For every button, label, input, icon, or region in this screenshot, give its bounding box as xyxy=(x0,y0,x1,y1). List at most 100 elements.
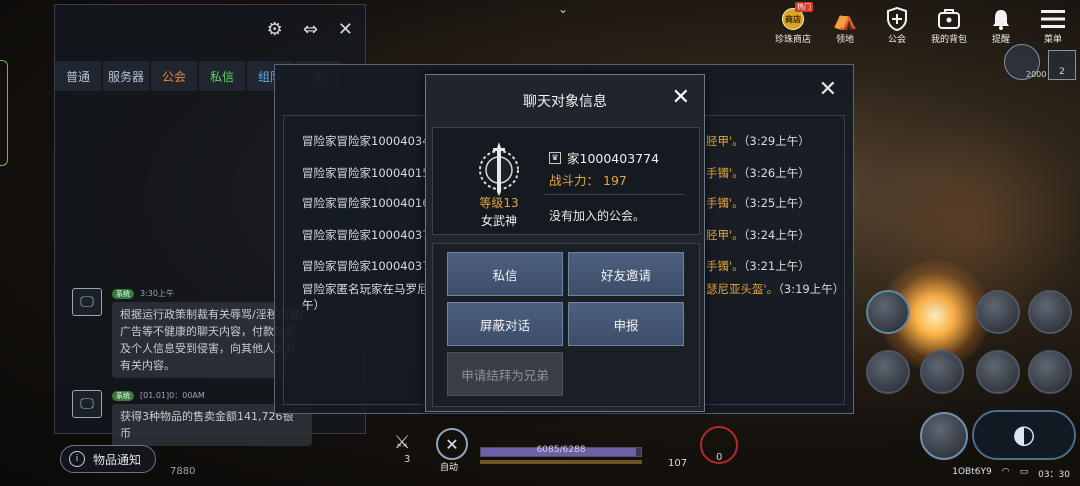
item-notice-button[interactable]: i 物品通知 xyxy=(60,445,157,473)
character-level: 等级13 xyxy=(479,196,519,210)
top-menu-label: 领地 xyxy=(835,35,854,45)
item-time: （3:24上午） xyxy=(743,228,810,242)
device-id: 1OBt6Y9 xyxy=(952,467,992,477)
side-handle[interactable] xyxy=(0,60,8,166)
top-menu-camp[interactable]: ⛺ 领地 xyxy=(826,6,864,45)
skill-slot[interactable] xyxy=(1028,350,1072,394)
chat-target-info-dialog: 聊天对象信息 ✕ 等级13 女武神 ♛ 家1000403774 战斗力： 197 … xyxy=(425,74,705,412)
top-menu-label: 公会 xyxy=(887,35,906,45)
item-time: （3:29上午） xyxy=(743,134,810,148)
list-item: 冒险家冒险家10004037 xyxy=(302,259,430,273)
map-button[interactable]: 2 xyxy=(1048,50,1076,80)
chevron-down-icon[interactable]: ⌄ xyxy=(558,2,568,16)
minimap-value: 2000 xyxy=(1026,70,1047,79)
stamina-bar xyxy=(480,460,642,464)
combat-power-label: 战斗力： xyxy=(549,173,600,188)
top-menu-label: 我的背包 xyxy=(930,35,967,45)
item-name: 手镯'。 xyxy=(706,259,744,273)
message-time: 3:30上午 xyxy=(140,289,174,298)
divider xyxy=(545,194,685,195)
crossed-swords-icon[interactable]: ⚔ xyxy=(394,432,410,453)
item-time: （3:21上午） xyxy=(743,259,810,273)
system-badge: 系统 xyxy=(112,390,134,401)
character-class: 女武神 xyxy=(480,214,517,228)
skill-slot[interactable] xyxy=(976,290,1020,334)
attack-button[interactable]: ◐ xyxy=(972,410,1076,460)
sworn-brother-button[interactable]: 申请结拜为兄弟 xyxy=(447,352,563,396)
hot-badge: 热门 xyxy=(795,2,813,12)
hamburger-icon xyxy=(1039,6,1067,32)
top-menu-bag[interactable]: 我的背包 xyxy=(930,6,968,45)
item-name: 手镯'。 xyxy=(706,166,744,180)
skill-slot[interactable] xyxy=(920,412,968,460)
item-notice-label: 物品通知 xyxy=(93,452,142,467)
wifi-icon: ◠ xyxy=(1001,467,1010,477)
list-item-tail: 手镯'。（3:26上午） xyxy=(706,165,810,181)
guild-status: 没有加入的公会。 xyxy=(549,209,646,223)
chat-header-icons: ⚙ ⇔ ✕ xyxy=(267,19,353,40)
skill-slot[interactable] xyxy=(1028,290,1072,334)
auto-label: 自动 xyxy=(440,463,459,473)
skill-slot[interactable] xyxy=(866,290,910,334)
character-name-row: ♛ 家1000403774 xyxy=(549,148,659,167)
action-area: 私信 好友邀请 屏蔽对话 申报 申请结拜为兄弟 xyxy=(432,243,700,407)
auto-battle-button[interactable]: ✕ xyxy=(436,428,468,460)
character-name: 家1000403774 xyxy=(567,151,660,166)
level-number: 107 xyxy=(668,458,688,469)
item-name: 手镯'。 xyxy=(706,196,744,210)
item-time: （3:19上午） xyxy=(778,282,845,296)
tab-whisper[interactable]: 私信 xyxy=(199,61,245,91)
tab-normal[interactable]: 普通 xyxy=(55,61,101,91)
list-item-tail: 手镯'。（3:21上午） xyxy=(706,258,810,274)
family-icon: ♛ xyxy=(549,151,561,164)
shield-icon xyxy=(883,6,911,32)
item-time: （3:26上午） xyxy=(743,166,810,180)
close-icon[interactable]: ✕ xyxy=(338,19,353,40)
class-emblem-icon xyxy=(479,142,519,196)
top-menu-alert[interactable]: 提醒 xyxy=(982,6,1020,45)
skill-slot[interactable] xyxy=(920,350,964,394)
tent-icon: ⛺ xyxy=(832,7,858,31)
experience-text: 6085/6288 xyxy=(536,445,586,455)
top-menu-label: 提醒 xyxy=(991,35,1010,45)
top-menu-label: 珍珠商店 xyxy=(774,35,811,45)
list-item: 冒险家匿名玩家在马罗尼 xyxy=(302,282,429,296)
close-icon[interactable]: ✕ xyxy=(672,85,690,110)
skill-slot[interactable] xyxy=(976,350,1020,394)
top-menu-guild[interactable]: 公会 xyxy=(878,6,916,45)
friend-invite-button[interactable]: 好友邀请 xyxy=(568,252,684,296)
item-name: 胫甲'。 xyxy=(706,134,744,148)
tab-server[interactable]: 服务器 xyxy=(103,61,149,91)
monitor-icon: 🖵 xyxy=(72,288,102,316)
skill-slot[interactable] xyxy=(866,350,910,394)
item-name: 胫甲'。 xyxy=(706,228,744,242)
gear-icon[interactable]: ⚙ xyxy=(267,19,283,40)
clock: 03：30 xyxy=(1038,470,1070,480)
list-item-tail: 手镯'。（3:25上午） xyxy=(706,195,810,211)
list-item: 冒险家冒险家10004037 xyxy=(302,228,430,242)
block-chat-button[interactable]: 屏蔽对话 xyxy=(447,302,563,346)
top-menu: 商店 热门 珍珠商店 ⛺ 领地 公会 我的背包 提醒 菜单 xyxy=(774,2,1072,45)
list-item: 冒险家冒险家10004016 xyxy=(302,196,430,210)
bottom-hud: ⚔ 3 ✕ 自动 6085/6288 107 0 xyxy=(380,420,740,486)
top-menu-label: 菜单 xyxy=(1043,35,1062,45)
close-icon[interactable]: ✕ xyxy=(819,77,837,102)
report-button[interactable]: 申报 xyxy=(568,302,684,346)
tab-guild[interactable]: 公会 xyxy=(151,61,197,91)
item-name: 瑟尼亚头盔'。 xyxy=(706,282,779,296)
combat-power-value: 197 xyxy=(603,173,627,188)
bell-icon xyxy=(987,6,1015,32)
combat-power: 战斗力： 197 xyxy=(549,170,627,189)
list-item-wrap: 午） xyxy=(302,298,325,312)
dialog-title: 聊天对象信息 xyxy=(523,94,607,110)
list-item-tail: 瑟尼亚头盔'。（3:19上午） xyxy=(706,281,844,297)
whisper-button[interactable]: 私信 xyxy=(447,252,563,296)
message-time: [01.01]0：00AM xyxy=(140,391,205,400)
top-menu-menu[interactable]: 菜单 xyxy=(1034,6,1072,45)
potion-count: 0 xyxy=(716,452,723,463)
kill-count: 3 xyxy=(404,454,411,465)
shop-icon: 商店 热门 xyxy=(779,2,813,32)
info-icon: i xyxy=(69,451,85,467)
top-menu-shop[interactable]: 商店 热门 珍珠商店 xyxy=(774,2,813,45)
resize-icon[interactable]: ⇔ xyxy=(303,19,318,40)
